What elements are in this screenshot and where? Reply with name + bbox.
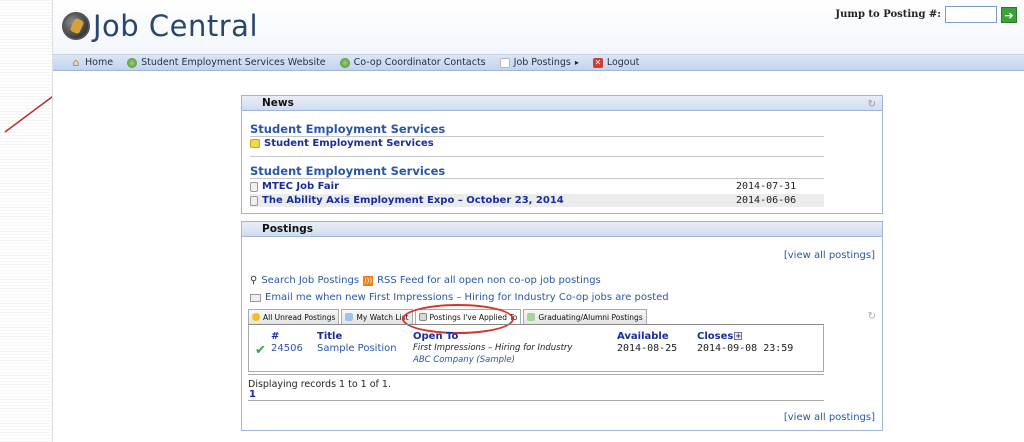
column-header-closes[interactable]: Closes + <box>697 331 743 342</box>
document-icon <box>527 313 536 321</box>
search-job-postings: ⚲ Search Job Postings ))) RSS Feed for a… <box>250 275 601 286</box>
nav-logout-label: Logout <box>606 57 640 68</box>
divider <box>248 400 824 401</box>
news-item[interactable]: MTEC Job Fair 2014-07-31 <box>250 180 824 193</box>
logo-globe-icon <box>62 12 90 40</box>
binoculars-icon: ⚲ <box>250 275 258 286</box>
news-section-heading: Student Employment Services <box>250 122 446 136</box>
logo-text: Job Central <box>93 9 259 43</box>
postings-table: # Title Open To Available Closes + ✔ 2450… <box>248 324 824 372</box>
note-icon <box>250 139 260 148</box>
refresh-icon[interactable]: ↻ <box>868 97 876 112</box>
nav-coordinator-contacts-label: Co-op Coordinator Contacts <box>353 57 486 68</box>
rss-feed-link[interactable]: RSS Feed for all open non co-op job post… <box>377 275 601 286</box>
news-item[interactable]: The Ability Axis Employment Expo – Octob… <box>250 194 824 207</box>
page-number-link[interactable]: 1 <box>249 389 256 400</box>
posting-available: 2014-08-25 <box>617 343 678 354</box>
posting-closes: 2014-09-08 23:59 <box>697 343 794 354</box>
applied-check-icon: ✔ <box>255 343 266 358</box>
divider <box>250 178 824 179</box>
tab-label: Graduating/Alumni Postings <box>538 312 643 322</box>
app-frame: Job Central Jump to Posting #: ➔ ⌂ Home … <box>52 0 1024 442</box>
news-panel-header: News ↻ <box>242 96 882 111</box>
refresh-icon[interactable]: ↻ <box>868 311 876 322</box>
nav-job-postings[interactable]: Job Postings ▸ <box>499 57 579 68</box>
main-nav: ⌂ Home Student Employment Services Websi… <box>53 55 1024 71</box>
news-item-date: 2014-07-31 <box>736 181 797 192</box>
rss-icon: ))) <box>363 275 374 286</box>
news-item-title: MTEC Job Fair <box>262 181 340 192</box>
nav-home[interactable]: ⌂ Home <box>71 55 114 69</box>
column-header-available[interactable]: Available <box>617 331 669 342</box>
jump-posting-input[interactable] <box>945 6 997 23</box>
unread-icon <box>252 313 260 321</box>
email-alert-link[interactable]: Email me when new First Impressions – Hi… <box>265 292 669 303</box>
records-count: Displaying records 1 to 1 of 1. <box>248 374 824 390</box>
tab-graduating-alumni[interactable]: Graduating/Alumni Postings <box>523 309 647 324</box>
nav-job-postings-label: Job Postings <box>513 57 571 68</box>
news-item-title: The Ability Axis Employment Expo – Octob… <box>262 195 564 206</box>
news-title: News <box>262 97 294 109</box>
postings-panel-header: Postings <box>242 222 882 237</box>
header: Job Central Jump to Posting #: ➔ <box>53 0 1024 55</box>
email-alert-row: Email me when new First Impressions – Hi… <box>250 292 669 303</box>
postings-panel: Postings [view all postings] ⚲ Search Jo… <box>241 221 883 431</box>
tab-label: All Unread Postings <box>263 312 336 322</box>
globe-icon <box>339 57 350 68</box>
nav-logout[interactable]: ✕ Logout <box>592 57 640 68</box>
column-header-number[interactable]: # <box>271 331 279 342</box>
search-job-postings-link[interactable]: Search Job Postings <box>261 275 359 286</box>
news-section-heading: Student Employment Services <box>250 164 446 178</box>
page-icon <box>250 195 258 206</box>
view-all-postings-link-bottom[interactable]: [view all postings] <box>784 412 875 423</box>
sort-icon[interactable]: + <box>734 332 743 340</box>
divider <box>250 136 824 137</box>
jump-label: Jump to Posting #: <box>835 9 941 20</box>
news-item[interactable]: Student Employment Services <box>250 138 434 149</box>
mail-icon <box>250 293 261 302</box>
nav-ses-website-label: Student Employment Services Website <box>141 57 326 68</box>
tab-label: My Watch List <box>356 312 409 322</box>
view-all-postings-link[interactable]: [view all postings] <box>784 250 875 261</box>
home-icon: ⌂ <box>72 55 80 69</box>
divider <box>250 156 824 157</box>
news-item-date: 2014-06-06 <box>736 195 797 206</box>
jump-to-posting: Jump to Posting #: ➔ <box>835 6 1017 23</box>
posting-title[interactable]: Sample Position <box>317 343 397 354</box>
postings-title: Postings <box>262 223 314 235</box>
page-icon <box>250 181 258 192</box>
glasses-icon <box>345 313 354 321</box>
posting-open-to: First Impressions – Hiring for Industry <box>413 343 573 353</box>
nav-home-label: Home <box>85 57 114 68</box>
nav-coordinator-contacts[interactable]: Co-op Coordinator Contacts <box>339 57 486 68</box>
posting-number[interactable]: 24506 <box>271 343 303 354</box>
news-panel: News ↻ Student Employment Services Stude… <box>241 95 883 214</box>
closes-label: Closes <box>697 331 734 342</box>
column-header-title[interactable]: Title <box>317 331 342 342</box>
document-icon <box>499 57 510 68</box>
news-item-title: Student Employment Services <box>264 138 434 149</box>
nav-ses-website[interactable]: Student Employment Services Website <box>127 57 326 68</box>
go-arrow-button[interactable]: ➔ <box>1001 6 1017 23</box>
tab-all-unread[interactable]: All Unread Postings <box>248 309 340 324</box>
globe-icon <box>127 57 138 68</box>
submenu-arrow-icon: ▸ <box>574 58 579 67</box>
column-header-open-to[interactable]: Open To <box>413 331 458 342</box>
posting-company[interactable]: ABC Company (Sample) <box>413 355 515 365</box>
logout-icon: ✕ <box>592 57 603 68</box>
